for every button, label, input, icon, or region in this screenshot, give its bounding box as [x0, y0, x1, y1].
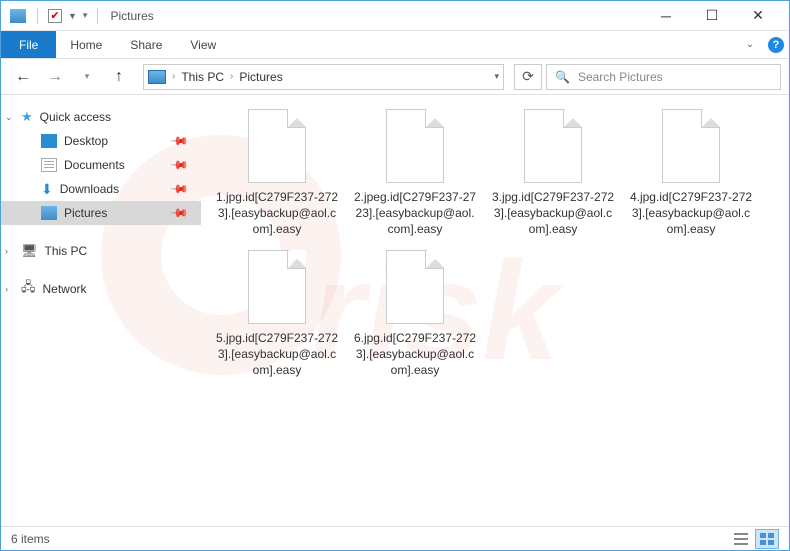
expand-icon[interactable]: › [5, 246, 8, 256]
sidebar-label: Downloads [60, 182, 119, 196]
download-icon: ⬇ [41, 181, 53, 198]
file-name: 5.jpg.id[C279F237-2723].[easybackup@aol.… [211, 330, 343, 379]
address-bar[interactable]: › This PC › Pictures ▾ [143, 64, 504, 90]
qat-properties-icon[interactable]: ✔ [48, 9, 62, 23]
minimize-button[interactable]: ─ [643, 1, 689, 31]
details-view-button[interactable] [729, 529, 753, 549]
sidebar-label: Pictures [64, 206, 107, 220]
pin-icon: 📌 [169, 131, 189, 151]
pin-icon: 📌 [169, 203, 189, 223]
nav-toolbar: ← → ▾ ↑ › This PC › Pictures ▾ ⟳ 🔍 Searc… [1, 59, 789, 95]
sidebar-item-network[interactable]: › 🖧 Network [1, 277, 201, 301]
file-icon [386, 109, 444, 183]
collapse-icon[interactable]: ⌄ [5, 112, 13, 123]
qat-dropdown-icon[interactable]: ▼ [68, 11, 77, 21]
pin-icon: 📌 [169, 179, 189, 199]
sidebar-item-desktop[interactable]: Desktop 📌 [1, 129, 201, 153]
forward-button[interactable]: → [41, 63, 69, 91]
file-name: 6.jpg.id[C279F237-2723].[easybackup@aol.… [349, 330, 481, 379]
search-icon: 🔍 [555, 70, 570, 84]
file-item[interactable]: 5.jpg.id[C279F237-2723].[easybackup@aol.… [211, 250, 343, 379]
address-dropdown-icon[interactable]: ▾ [494, 71, 499, 82]
ribbon: File Home Share View ⌄ ? [1, 31, 789, 59]
file-name: 2.jpeg.id[C279F237-2723].[easybackup@aol… [349, 189, 481, 238]
sidebar-label: Network [43, 282, 87, 296]
expand-icon[interactable]: › [5, 284, 8, 294]
file-item[interactable]: 1.jpg.id[C279F237-2723].[easybackup@aol.… [211, 109, 343, 238]
star-icon: ★ [21, 109, 33, 125]
file-name: 4.jpg.id[C279F237-2723].[easybackup@aol.… [625, 189, 757, 238]
help-button[interactable]: ? [763, 31, 789, 58]
pictures-icon [41, 206, 57, 220]
sidebar-label: Desktop [64, 134, 108, 148]
pc-icon: 🖥 [21, 243, 38, 259]
refresh-button[interactable]: ⟳ [514, 64, 542, 90]
titlebar: ✔ ▼ ▾ Pictures ─ ☐ ✕ [1, 1, 789, 31]
nav-sidebar: ⌄ ★ Quick access Desktop 📌 Documents 📌 ⬇… [1, 95, 201, 526]
file-name: 3.jpg.id[C279F237-2723].[easybackup@aol.… [487, 189, 619, 238]
location-icon [148, 70, 166, 84]
sidebar-item-documents[interactable]: Documents 📌 [1, 153, 201, 177]
file-item[interactable]: 6.jpg.id[C279F237-2723].[easybackup@aol.… [349, 250, 481, 379]
statusbar: 6 items [1, 526, 789, 550]
file-list[interactable]: 1.jpg.id[C279F237-2723].[easybackup@aol.… [201, 95, 789, 526]
chevron-right-icon[interactable]: › [230, 71, 233, 82]
tab-view[interactable]: View [176, 31, 230, 58]
sidebar-item-pictures[interactable]: Pictures 📌 [1, 201, 201, 225]
chevron-right-icon[interactable]: › [172, 71, 175, 82]
search-input[interactable]: 🔍 Search Pictures [546, 64, 781, 90]
file-item[interactable]: 2.jpeg.id[C279F237-2723].[easybackup@aol… [349, 109, 481, 238]
item-count: 6 items [11, 532, 50, 546]
pin-icon: 📌 [169, 155, 189, 175]
sidebar-label: This PC [45, 244, 88, 258]
tab-home[interactable]: Home [56, 31, 116, 58]
file-item[interactable]: 3.jpg.id[C279F237-2723].[easybackup@aol.… [487, 109, 619, 238]
app-icon [9, 7, 27, 25]
maximize-button[interactable]: ☐ [689, 1, 735, 31]
close-button[interactable]: ✕ [735, 1, 781, 31]
network-icon: 🖧 [21, 278, 36, 300]
file-icon [248, 250, 306, 324]
breadcrumb-thispc[interactable]: This PC [181, 70, 224, 84]
sidebar-item-quickaccess[interactable]: ⌄ ★ Quick access [1, 105, 201, 129]
sidebar-item-thispc[interactable]: › 🖥 This PC [1, 239, 201, 263]
search-placeholder: Search Pictures [578, 70, 663, 84]
file-menu[interactable]: File [1, 31, 56, 58]
recent-dropdown[interactable]: ▾ [73, 63, 101, 91]
tab-share[interactable]: Share [116, 31, 176, 58]
window-title: Pictures [110, 9, 153, 23]
up-button[interactable]: ↑ [105, 63, 133, 91]
qat-customize-icon[interactable]: ▾ [83, 10, 88, 21]
sidebar-item-downloads[interactable]: ⬇ Downloads 📌 [1, 177, 201, 201]
back-button[interactable]: ← [9, 63, 37, 91]
breadcrumb-pictures[interactable]: Pictures [239, 70, 282, 84]
file-item[interactable]: 4.jpg.id[C279F237-2723].[easybackup@aol.… [625, 109, 757, 238]
ribbon-expand-button[interactable]: ⌄ [737, 31, 763, 58]
file-icon [524, 109, 582, 183]
desktop-icon [41, 134, 57, 148]
document-icon [41, 158, 57, 172]
sidebar-label: Quick access [40, 110, 111, 124]
file-icon [386, 250, 444, 324]
icons-view-button[interactable] [755, 529, 779, 549]
file-name: 1.jpg.id[C279F237-2723].[easybackup@aol.… [211, 189, 343, 238]
sidebar-label: Documents [64, 158, 125, 172]
file-icon [662, 109, 720, 183]
file-icon [248, 109, 306, 183]
